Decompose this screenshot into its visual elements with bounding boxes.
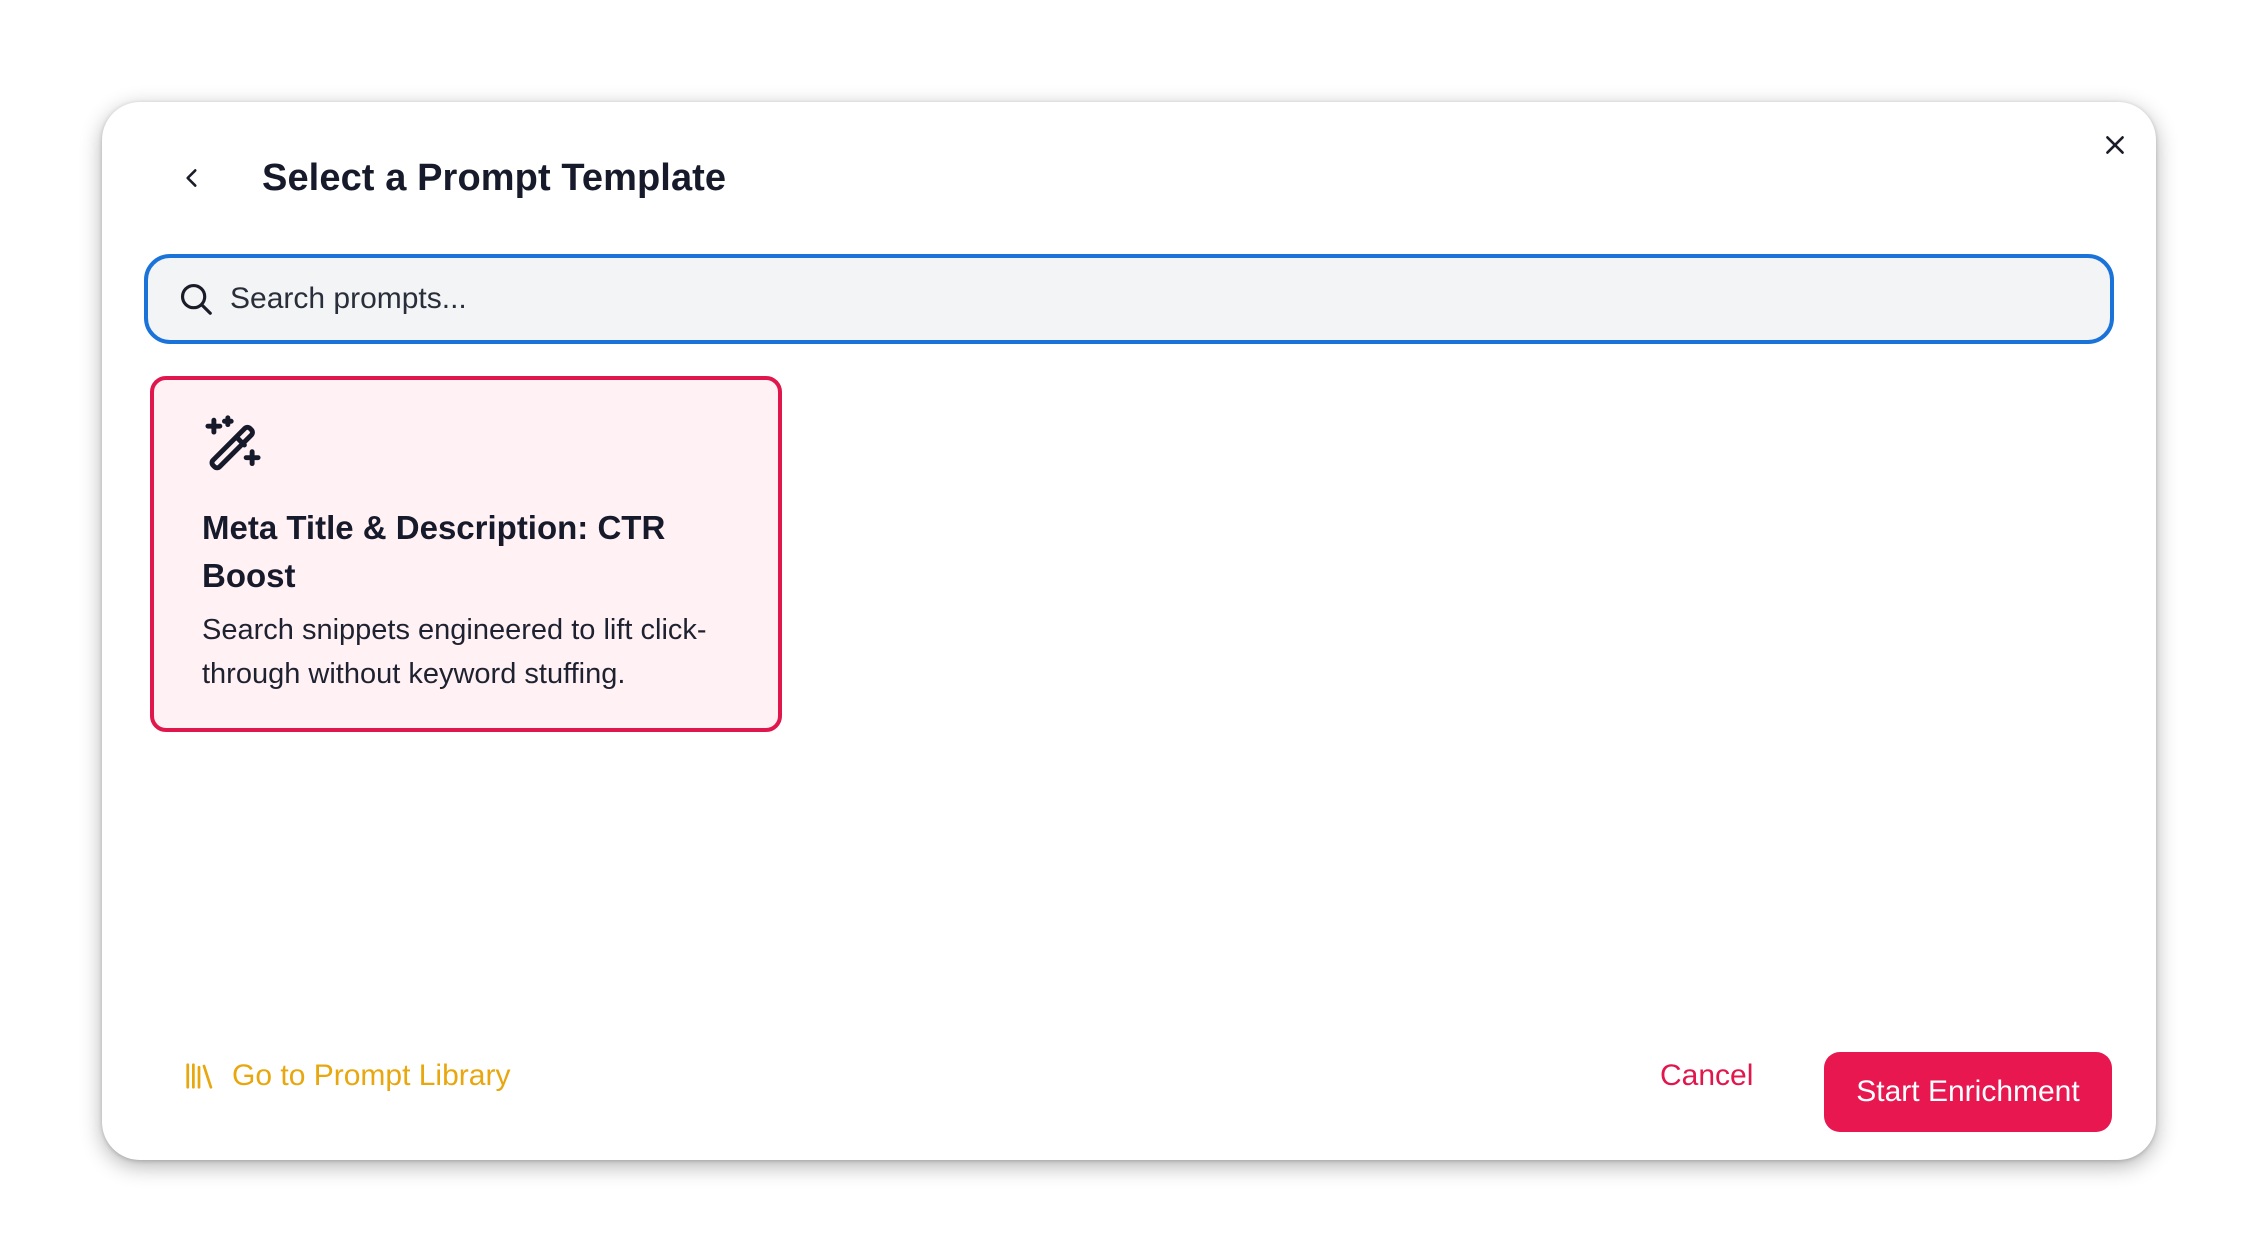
cancel-button[interactable]: Cancel bbox=[1660, 1048, 1753, 1104]
dialog-title: Select a Prompt Template bbox=[262, 157, 727, 199]
search-box bbox=[144, 254, 2114, 344]
template-description: Search snippets engineered to lift click… bbox=[202, 614, 707, 690]
magic-wand-icon bbox=[205, 415, 261, 471]
back-button[interactable] bbox=[162, 148, 222, 208]
search-icon bbox=[176, 279, 216, 319]
chevron-left-icon bbox=[186, 169, 197, 187]
start-enrichment-button[interactable]: Start Enrichment bbox=[1824, 1052, 2112, 1132]
library-icon bbox=[186, 1063, 213, 1089]
close-button[interactable] bbox=[2092, 122, 2138, 168]
prompt-template-dialog: Select a Prompt Template Meta Title & De… bbox=[102, 102, 2156, 1160]
library-link-label: Go to Prompt Library bbox=[232, 1059, 511, 1092]
close-icon bbox=[2106, 136, 2124, 154]
go-to-prompt-library-link[interactable]: Go to Prompt Library bbox=[184, 1048, 510, 1104]
search-input[interactable] bbox=[228, 268, 2032, 330]
template-card[interactable]: Meta Title & Description: CTR Boost Sear… bbox=[150, 376, 782, 732]
template-title: Meta Title & Description: CTR Boost bbox=[202, 509, 666, 594]
